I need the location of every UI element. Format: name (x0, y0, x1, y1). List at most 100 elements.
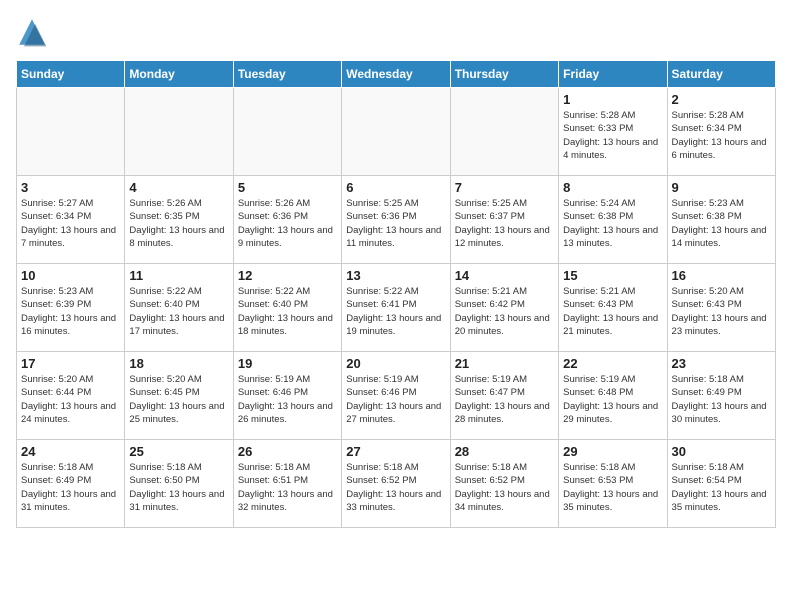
day-cell: 5 Sunrise: 5:26 AM Sunset: 6:36 PM Daylig… (233, 176, 341, 264)
week-row-1: 1 Sunrise: 5:28 AM Sunset: 6:33 PM Daylig… (17, 88, 776, 176)
day-cell: 22 Sunrise: 5:19 AM Sunset: 6:48 PM Dayli… (559, 352, 667, 440)
day-cell: 15 Sunrise: 5:21 AM Sunset: 6:43 PM Dayli… (559, 264, 667, 352)
day-number: 1 (563, 92, 662, 107)
day-number: 14 (455, 268, 554, 283)
day-info: Sunrise: 5:25 AM Sunset: 6:36 PM Dayligh… (346, 197, 445, 250)
day-cell: 12 Sunrise: 5:22 AM Sunset: 6:40 PM Dayli… (233, 264, 341, 352)
day-number: 30 (672, 444, 771, 459)
day-cell (125, 88, 233, 176)
header-day-saturday: Saturday (667, 61, 775, 88)
day-cell: 16 Sunrise: 5:20 AM Sunset: 6:43 PM Dayli… (667, 264, 775, 352)
day-cell: 3Sunrise: 5:27 AM Sunset: 6:34 PM Daylig… (17, 176, 125, 264)
day-cell: 13 Sunrise: 5:22 AM Sunset: 6:41 PM Dayli… (342, 264, 450, 352)
day-cell: 6 Sunrise: 5:25 AM Sunset: 6:36 PM Daylig… (342, 176, 450, 264)
day-info: Sunrise: 5:18 AM Sunset: 6:52 PM Dayligh… (455, 461, 554, 514)
day-cell: 14 Sunrise: 5:21 AM Sunset: 6:42 PM Dayli… (450, 264, 558, 352)
header-row: SundayMondayTuesdayWednesdayThursdayFrid… (17, 61, 776, 88)
calendar-body: 1 Sunrise: 5:28 AM Sunset: 6:33 PM Daylig… (17, 88, 776, 528)
day-number: 29 (563, 444, 662, 459)
day-number: 15 (563, 268, 662, 283)
day-info: Sunrise: 5:19 AM Sunset: 6:46 PM Dayligh… (346, 373, 445, 426)
day-info: Sunrise: 5:25 AM Sunset: 6:37 PM Dayligh… (455, 197, 554, 250)
day-number: 4 (129, 180, 228, 195)
day-info: Sunrise: 5:18 AM Sunset: 6:49 PM Dayligh… (672, 373, 771, 426)
day-number: 28 (455, 444, 554, 459)
day-number: 8 (563, 180, 662, 195)
day-number: 20 (346, 356, 445, 371)
day-info: Sunrise: 5:18 AM Sunset: 6:54 PM Dayligh… (672, 461, 771, 514)
day-number: 26 (238, 444, 337, 459)
day-cell: 19Sunrise: 5:19 AM Sunset: 6:46 PM Dayli… (233, 352, 341, 440)
day-cell: 17 Sunrise: 5:20 AM Sunset: 6:44 PM Dayli… (17, 352, 125, 440)
day-info: Sunrise: 5:18 AM Sunset: 6:53 PM Dayligh… (563, 461, 662, 514)
day-info: Sunrise: 5:22 AM Sunset: 6:40 PM Dayligh… (238, 285, 337, 338)
day-cell: 9Sunrise: 5:23 AM Sunset: 6:38 PM Daylig… (667, 176, 775, 264)
day-info: Sunrise: 5:20 AM Sunset: 6:43 PM Dayligh… (672, 285, 771, 338)
week-row-4: 17 Sunrise: 5:20 AM Sunset: 6:44 PM Dayli… (17, 352, 776, 440)
day-number: 13 (346, 268, 445, 283)
day-cell: 30 Sunrise: 5:18 AM Sunset: 6:54 PM Dayli… (667, 440, 775, 528)
day-info: Sunrise: 5:26 AM Sunset: 6:36 PM Dayligh… (238, 197, 337, 250)
day-cell: 18Sunrise: 5:20 AM Sunset: 6:45 PM Dayli… (125, 352, 233, 440)
day-cell: 26Sunrise: 5:18 AM Sunset: 6:51 PM Dayli… (233, 440, 341, 528)
week-row-3: 10Sunrise: 5:23 AM Sunset: 6:39 PM Dayli… (17, 264, 776, 352)
day-info: Sunrise: 5:20 AM Sunset: 6:45 PM Dayligh… (129, 373, 228, 426)
day-cell: 2Sunrise: 5:28 AM Sunset: 6:34 PM Daylig… (667, 88, 775, 176)
day-info: Sunrise: 5:18 AM Sunset: 6:52 PM Dayligh… (346, 461, 445, 514)
logo (16, 16, 52, 48)
day-info: Sunrise: 5:19 AM Sunset: 6:46 PM Dayligh… (238, 373, 337, 426)
day-number: 23 (672, 356, 771, 371)
header-day-sunday: Sunday (17, 61, 125, 88)
day-number: 16 (672, 268, 771, 283)
day-cell: 28 Sunrise: 5:18 AM Sunset: 6:52 PM Dayli… (450, 440, 558, 528)
day-cell: 4 Sunrise: 5:26 AM Sunset: 6:35 PM Daylig… (125, 176, 233, 264)
day-info: Sunrise: 5:26 AM Sunset: 6:35 PM Dayligh… (129, 197, 228, 250)
day-info: Sunrise: 5:21 AM Sunset: 6:43 PM Dayligh… (563, 285, 662, 338)
day-cell: 11 Sunrise: 5:22 AM Sunset: 6:40 PM Dayli… (125, 264, 233, 352)
day-number: 11 (129, 268, 228, 283)
day-cell: 27 Sunrise: 5:18 AM Sunset: 6:52 PM Dayli… (342, 440, 450, 528)
day-cell (17, 88, 125, 176)
day-info: Sunrise: 5:20 AM Sunset: 6:44 PM Dayligh… (21, 373, 120, 426)
day-info: Sunrise: 5:19 AM Sunset: 6:48 PM Dayligh… (563, 373, 662, 426)
day-number: 25 (129, 444, 228, 459)
calendar-header: SundayMondayTuesdayWednesdayThursdayFrid… (17, 61, 776, 88)
day-cell: 7Sunrise: 5:25 AM Sunset: 6:37 PM Daylig… (450, 176, 558, 264)
day-cell: 29 Sunrise: 5:18 AM Sunset: 6:53 PM Dayli… (559, 440, 667, 528)
day-number: 5 (238, 180, 337, 195)
day-info: Sunrise: 5:21 AM Sunset: 6:42 PM Dayligh… (455, 285, 554, 338)
day-info: Sunrise: 5:18 AM Sunset: 6:49 PM Dayligh… (21, 461, 120, 514)
logo-icon (16, 16, 48, 48)
week-row-5: 24 Sunrise: 5:18 AM Sunset: 6:49 PM Dayli… (17, 440, 776, 528)
header-day-wednesday: Wednesday (342, 61, 450, 88)
day-info: Sunrise: 5:23 AM Sunset: 6:38 PM Dayligh… (672, 197, 771, 250)
day-number: 12 (238, 268, 337, 283)
day-cell: 24 Sunrise: 5:18 AM Sunset: 6:49 PM Dayli… (17, 440, 125, 528)
day-info: Sunrise: 5:28 AM Sunset: 6:33 PM Dayligh… (563, 109, 662, 162)
page-header (16, 16, 776, 48)
day-number: 10 (21, 268, 120, 283)
header-day-thursday: Thursday (450, 61, 558, 88)
day-number: 6 (346, 180, 445, 195)
day-cell: 1 Sunrise: 5:28 AM Sunset: 6:33 PM Daylig… (559, 88, 667, 176)
week-row-2: 3Sunrise: 5:27 AM Sunset: 6:34 PM Daylig… (17, 176, 776, 264)
day-number: 22 (563, 356, 662, 371)
day-number: 3 (21, 180, 120, 195)
header-day-tuesday: Tuesday (233, 61, 341, 88)
day-cell: 8 Sunrise: 5:24 AM Sunset: 6:38 PM Daylig… (559, 176, 667, 264)
day-info: Sunrise: 5:24 AM Sunset: 6:38 PM Dayligh… (563, 197, 662, 250)
day-cell: 20 Sunrise: 5:19 AM Sunset: 6:46 PM Dayli… (342, 352, 450, 440)
day-cell (342, 88, 450, 176)
day-cell (233, 88, 341, 176)
day-number: 17 (21, 356, 120, 371)
header-day-monday: Monday (125, 61, 233, 88)
day-info: Sunrise: 5:22 AM Sunset: 6:40 PM Dayligh… (129, 285, 228, 338)
day-cell: 21Sunrise: 5:19 AM Sunset: 6:47 PM Dayli… (450, 352, 558, 440)
day-info: Sunrise: 5:22 AM Sunset: 6:41 PM Dayligh… (346, 285, 445, 338)
day-number: 21 (455, 356, 554, 371)
day-number: 27 (346, 444, 445, 459)
day-number: 2 (672, 92, 771, 107)
calendar-table: SundayMondayTuesdayWednesdayThursdayFrid… (16, 60, 776, 528)
day-cell (450, 88, 558, 176)
day-number: 24 (21, 444, 120, 459)
